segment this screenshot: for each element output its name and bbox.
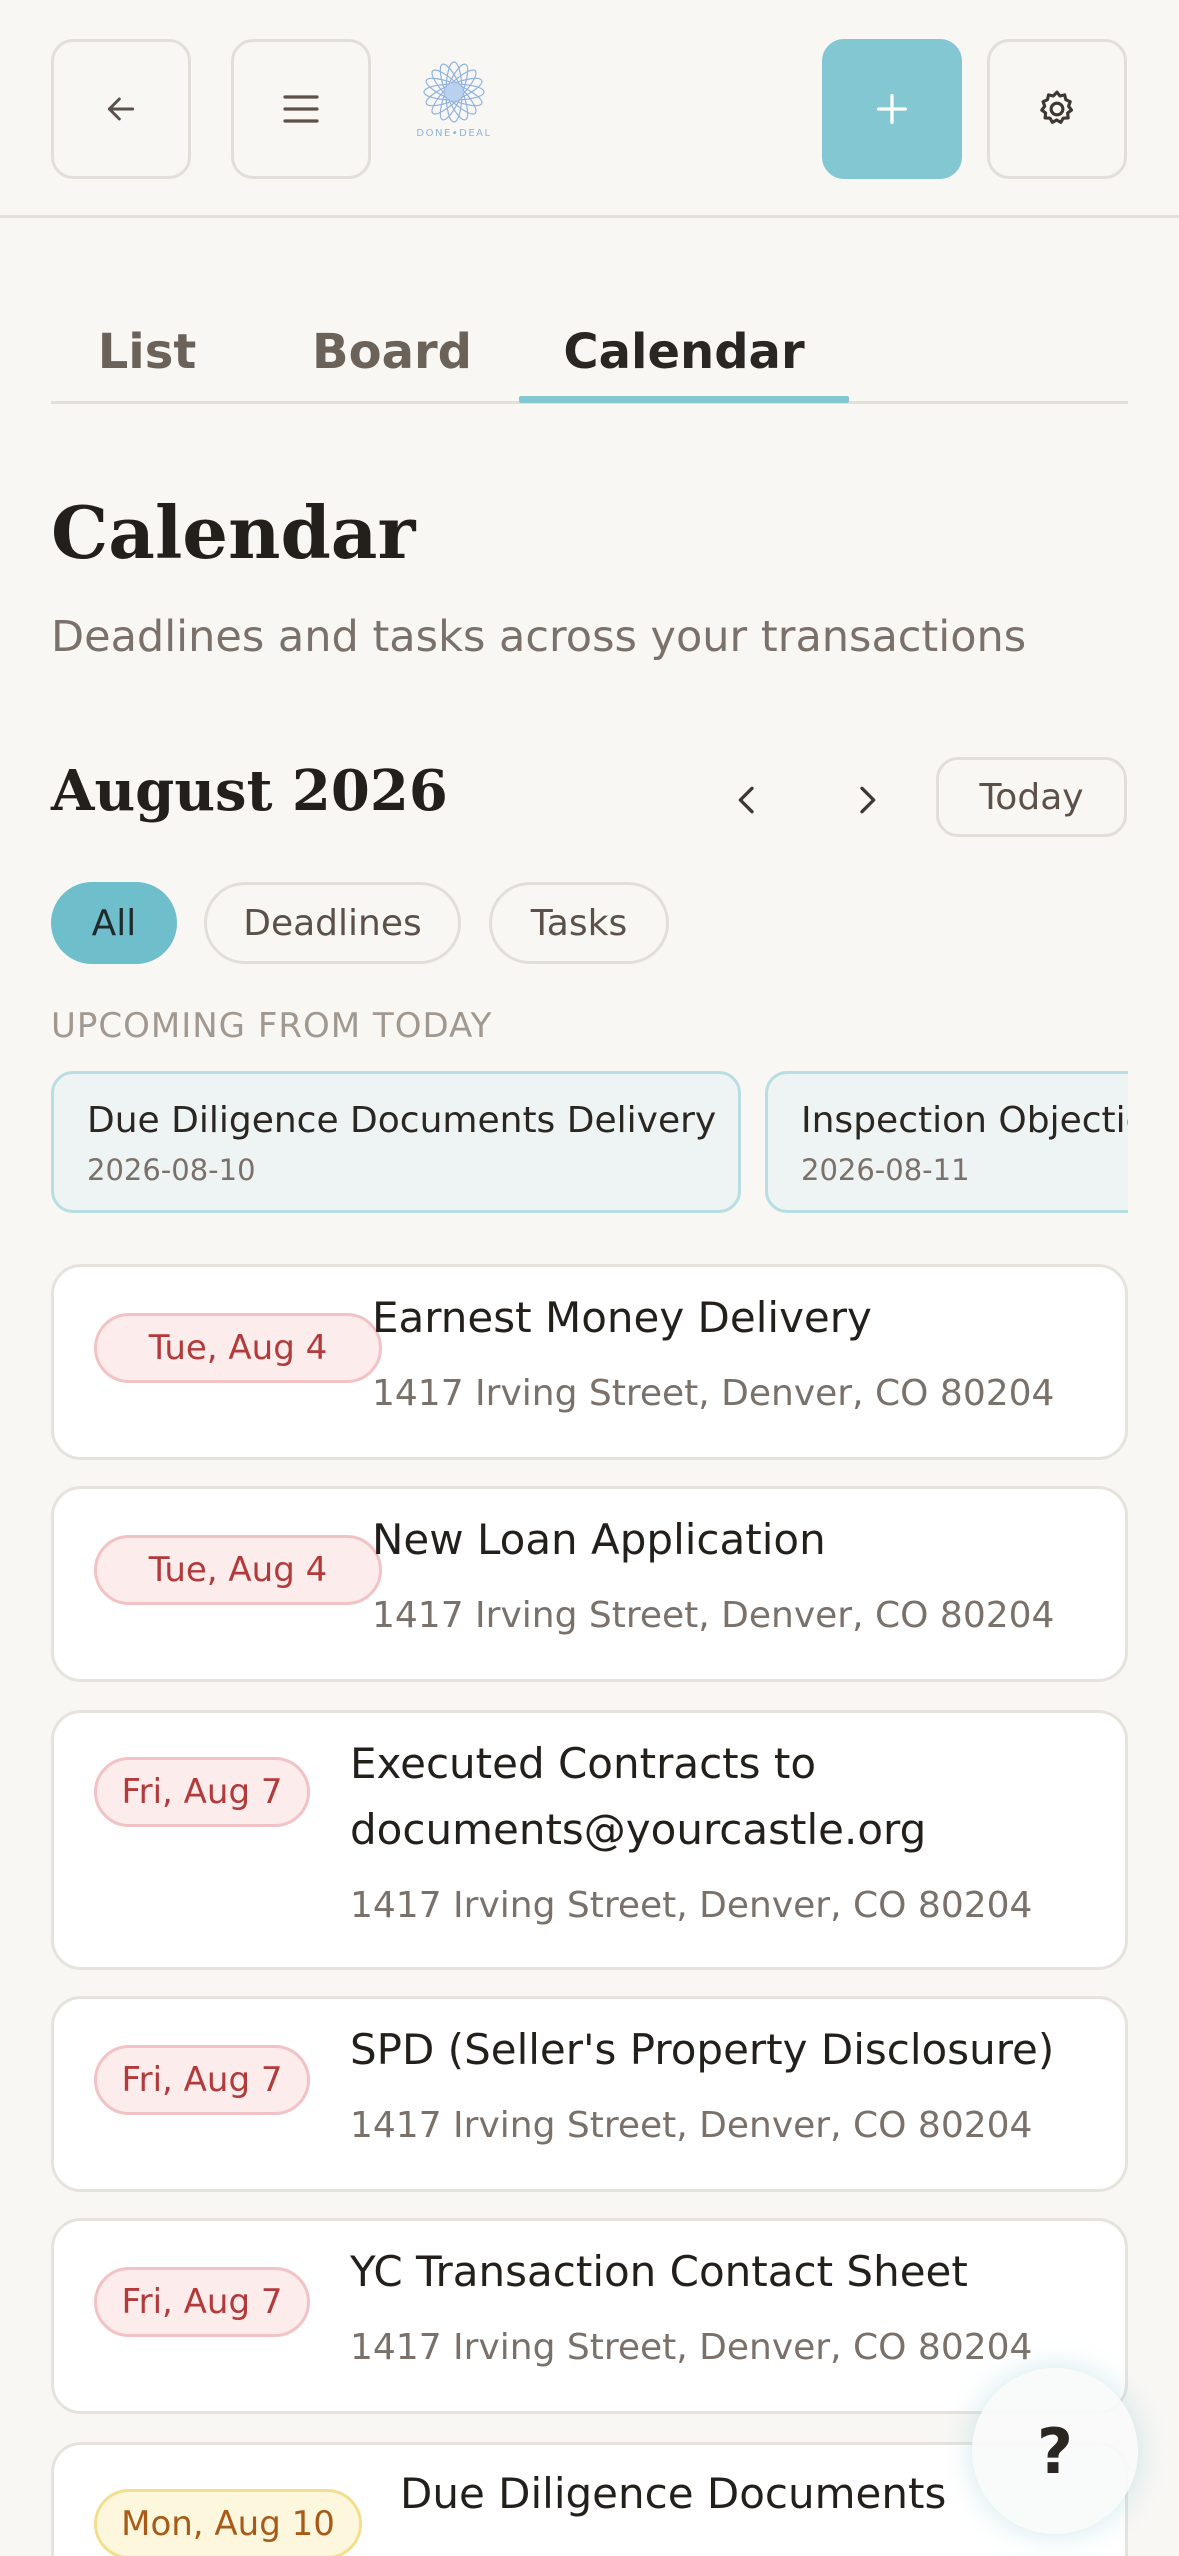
filter-deadlines[interactable]: Deadlines (204, 882, 461, 964)
event-card[interactable]: Fri, Aug 7 SPD (Seller's Property Disclo… (51, 1996, 1128, 2192)
event-date-badge: Fri, Aug 7 (94, 1757, 310, 1827)
settings-button[interactable] (987, 39, 1127, 179)
upcoming-card-title: Inspection Objection (801, 1100, 1128, 1141)
event-title-line2: documents@yourcastle.org (350, 1805, 927, 1854)
event-address: 1417 Irving Street, Denver, CO 80204 (350, 2327, 1033, 2368)
logo[interactable]: DONE•DEAL (412, 58, 496, 148)
plus-icon (877, 94, 907, 125)
filter-all[interactable]: All (51, 882, 177, 964)
page-subtitle: Deadlines and tasks across your transact… (51, 612, 1027, 662)
upcoming-card-title: Due Diligence Documents Delivery (87, 1100, 717, 1141)
event-card[interactable]: Mon, Aug 10 Due Diligence Documents (51, 2442, 1128, 2556)
back-button[interactable] (51, 39, 191, 179)
menu-button[interactable] (231, 39, 371, 179)
help-button[interactable]: ? (972, 2368, 1138, 2534)
event-address: 1417 Irving Street, Denver, CO 80204 (372, 1373, 1055, 1414)
logo-text: DONE•DEAL (416, 128, 492, 139)
event-card[interactable]: Tue, Aug 4 Earnest Money Delivery 1417 I… (51, 1264, 1128, 1460)
today-button[interactable]: Today (936, 757, 1127, 837)
view-tabs: List Board Calendar (51, 300, 1128, 404)
upcoming-card-date: 2026-08-10 (87, 1153, 256, 1187)
add-button[interactable] (822, 39, 962, 179)
upcoming-card-date: 2026-08-11 (801, 1153, 970, 1187)
event-address: 1417 Irving Street, Denver, CO 80204 (372, 1595, 1055, 1636)
event-card[interactable]: Fri, Aug 7 YC Transaction Contact Sheet … (51, 2218, 1128, 2414)
event-card[interactable]: Fri, Aug 7 Executed Contracts to documen… (51, 1710, 1128, 1970)
logo-flower-icon (423, 61, 485, 123)
event-date-badge: Fri, Aug 7 (94, 2267, 310, 2337)
previous-month-button[interactable] (717, 770, 777, 830)
month-title: August 2026 (51, 758, 448, 824)
chevron-right-icon (860, 786, 876, 814)
active-tab-indicator (519, 396, 849, 403)
event-address: 1417 Irving Street, Denver, CO 80204 (350, 1885, 1033, 1926)
event-address: 1417 Irving Street, Denver, CO 80204 (350, 2105, 1033, 2146)
event-date-badge: Tue, Aug 4 (94, 1535, 382, 1605)
event-title: Earnest Money Delivery (372, 1293, 872, 1342)
hamburger-menu-icon (283, 95, 319, 123)
upcoming-card[interactable]: Inspection Objection 2026-08-11 (765, 1071, 1128, 1213)
event-title: Due Diligence Documents (400, 2469, 947, 2518)
event-title: SPD (Seller's Property Disclosure) (350, 2025, 1055, 2074)
upcoming-label: UPCOMING FROM TODAY (51, 1006, 493, 1046)
tab-list[interactable]: List (51, 300, 243, 404)
gear-icon (1040, 90, 1074, 124)
event-card[interactable]: Tue, Aug 4 New Loan Application 1417 Irv… (51, 1486, 1128, 1682)
event-date-badge: Mon, Aug 10 (94, 2489, 362, 2556)
event-title: Executed Contracts to (350, 1739, 817, 1788)
next-month-button[interactable] (837, 770, 897, 830)
event-title: YC Transaction Contact Sheet (350, 2247, 968, 2296)
top-bar: DONE•DEAL (0, 0, 1179, 218)
filter-tasks[interactable]: Tasks (489, 882, 669, 964)
event-title: New Loan Application (372, 1515, 826, 1564)
upcoming-card[interactable]: Due Diligence Documents Delivery 2026-08… (51, 1071, 741, 1213)
tab-board[interactable]: Board (279, 300, 505, 404)
event-date-badge: Tue, Aug 4 (94, 1313, 382, 1383)
chevron-left-icon (738, 786, 754, 814)
page-title: Calendar (51, 490, 416, 575)
event-date-badge: Fri, Aug 7 (94, 2045, 310, 2115)
tab-calendar[interactable]: Calendar (519, 300, 849, 404)
upcoming-strip[interactable]: Due Diligence Documents Delivery 2026-08… (51, 1071, 1128, 1213)
arrow-left-icon (107, 97, 135, 121)
